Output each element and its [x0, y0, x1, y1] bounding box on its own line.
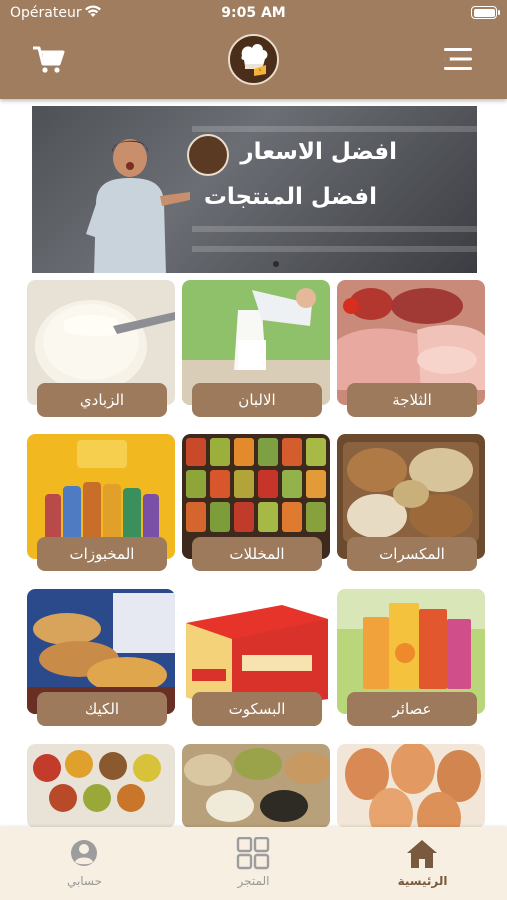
category-label: المخللات: [192, 537, 322, 571]
category-card-nuts[interactable]: المكسرات: [337, 434, 485, 574]
category-card-cake[interactable]: الكيك: [27, 589, 175, 729]
cart-icon[interactable]: [30, 42, 66, 76]
category-label: الثلاجة: [347, 383, 477, 417]
category-card-pickles[interactable]: المخللات: [182, 434, 330, 574]
category-card-bakery[interactable]: المخبوزات: [27, 434, 175, 574]
banner-subheadline: افضل المنتجات: [203, 184, 377, 210]
clock: 9:05 AM: [221, 5, 286, 21]
shelf-decoration: [192, 226, 477, 232]
shelf-decoration: [192, 246, 477, 252]
category-card-grains[interactable]: [182, 744, 330, 828]
nav-label: حسابي: [66, 874, 103, 888]
status-bar: Opérateur 9:05 AM: [0, 0, 507, 28]
category-card-biscuits[interactable]: البسكوت: [182, 589, 330, 729]
app-header: Opérateur 9:05 AM: [0, 0, 507, 99]
category-card-yogurt[interactable]: الزبادي: [27, 280, 175, 420]
grains-image: [182, 744, 330, 828]
banner-headline: افضل الاسعار: [240, 139, 397, 165]
category-card-juices[interactable]: عصائر: [337, 589, 485, 729]
nav-item-account[interactable]: حسابي: [0, 827, 169, 900]
bottom-navigation: حسابي المتجر الرئيسية: [0, 827, 507, 900]
category-card-fridge[interactable]: الثلاجة: [337, 280, 485, 420]
eggs-image: [337, 744, 485, 828]
category-label: المكسرات: [347, 537, 477, 571]
category-card-dairy[interactable]: الالبان: [182, 280, 330, 420]
page-indicator-dot: [273, 261, 279, 267]
shelf-decoration: [192, 126, 477, 132]
category-card-eggs[interactable]: [337, 744, 485, 828]
nav-label: الرئيسية: [397, 874, 448, 888]
menu-icon[interactable]: [441, 42, 475, 76]
nav-item-home[interactable]: الرئيسية: [338, 827, 507, 900]
battery-icon: [471, 6, 500, 19]
chef-logo[interactable]: [228, 34, 279, 85]
nav-item-store[interactable]: المتجر: [169, 827, 338, 900]
category-label: البسكوت: [192, 692, 322, 726]
grid-icon: [236, 837, 270, 870]
person-icon: [71, 840, 97, 866]
category-label: عصائر: [347, 692, 477, 726]
category-label: الالبان: [192, 383, 322, 417]
category-label: الزبادي: [37, 383, 167, 417]
nav-label: المتجر: [237, 874, 270, 888]
category-label: الكيك: [37, 692, 167, 726]
chef-hat-icon: [230, 36, 277, 83]
category-label: المخبوزات: [37, 537, 167, 571]
category-card-spices[interactable]: [27, 744, 175, 828]
promo-banner[interactable]: افضل الاسعار افضل المنتجات: [32, 106, 477, 273]
spices-image: [27, 744, 175, 828]
home-icon: [407, 840, 437, 868]
